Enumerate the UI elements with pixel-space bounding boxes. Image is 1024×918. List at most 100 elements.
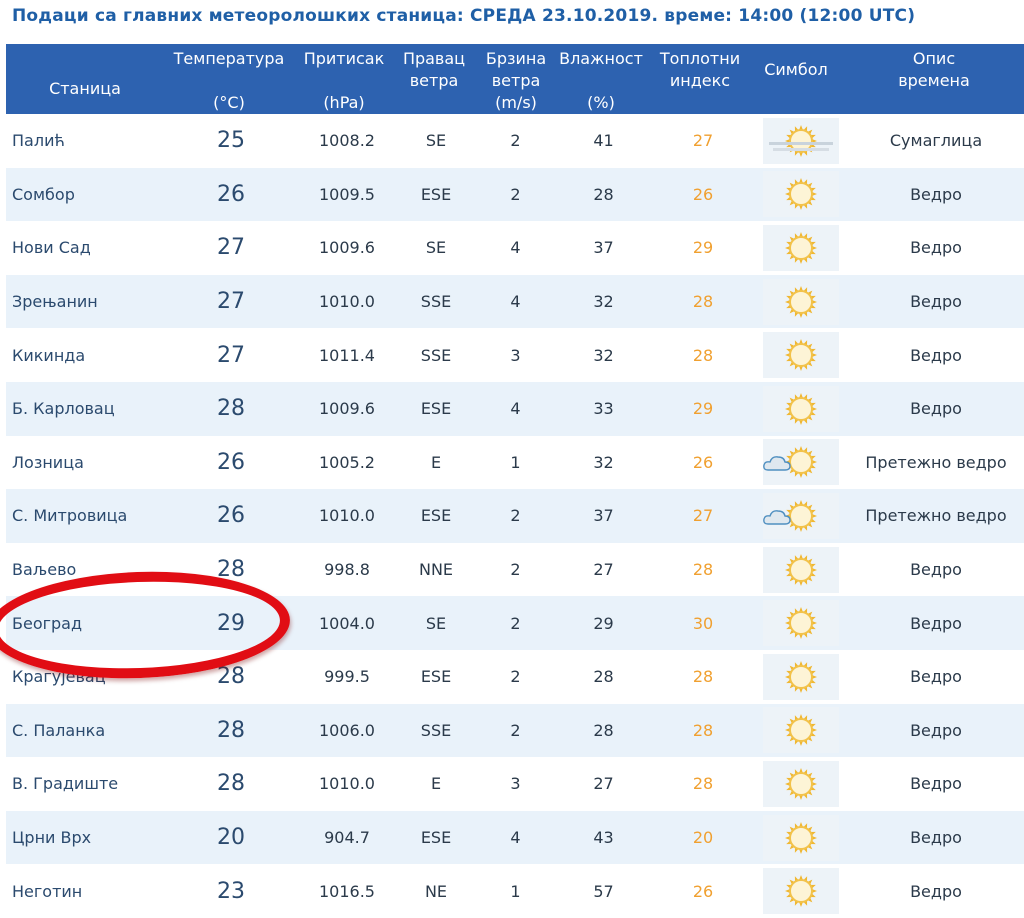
humidity-cell: 28 — [593, 667, 614, 687]
wind-direction-cell: E — [430, 452, 442, 472]
wind-direction-cell: NNE — [418, 560, 454, 580]
symbol-cell — [754, 596, 848, 650]
description-cell: Сумаглица — [889, 131, 983, 151]
sun-icon — [763, 868, 839, 915]
header-pressure: Притисак — [303, 49, 385, 68]
table-row: Неготин 23 1016.5 NE 1 57 26 Ведро — [6, 864, 1024, 918]
wind-speed-cell: 1 — [510, 452, 521, 472]
pressure-cell: 904.7 — [298, 810, 396, 865]
table-row: Нови Сад 27 1009.6 SE 4 37 29 Ведро — [6, 221, 1024, 275]
wind-direction-cell: SSE — [420, 345, 452, 365]
humidity-cell: 57 — [593, 881, 614, 901]
sun-icon — [763, 332, 839, 379]
pressure-cell: 998.8 — [324, 560, 370, 580]
wind-direction-cell: SE — [396, 596, 476, 650]
description-cell: Претежно ведро — [848, 489, 1024, 543]
wind-speed-cell: 2 — [476, 167, 555, 222]
sun-icon — [763, 278, 839, 325]
symbol-cell — [754, 221, 848, 275]
station-cell: Кикинда — [12, 345, 86, 365]
station-cell: Б. Карловац — [6, 381, 164, 436]
humidity-cell: 27 — [593, 560, 614, 580]
wind-speed-cell: 2 — [476, 596, 555, 650]
pressure-cell: 1010.0 — [298, 489, 396, 543]
wind-speed-cell: 4 — [476, 810, 555, 865]
haze-sun-icon — [763, 117, 839, 164]
header-description-2: времена — [898, 71, 970, 90]
header-station: Станица — [49, 79, 121, 98]
header-wind-speed-unit: (m/s) — [495, 93, 537, 112]
wind-speed-cell: 2 — [510, 131, 521, 151]
header-symbol: Симбол — [764, 60, 828, 79]
header-wind-direction: Правац — [402, 49, 466, 68]
weather-table: Палић 25 1008.2 SE 2 41 27 Сумаглица Сомбор 26 100… — [6, 114, 1024, 918]
symbol-cell — [754, 274, 848, 329]
description-cell: Ведро — [848, 381, 1024, 436]
description-cell: Претежно ведро — [865, 452, 1007, 472]
station-cell: Зрењанин — [6, 274, 164, 329]
pressure-cell: 1004.0 — [298, 596, 396, 650]
wind-speed-cell: 3 — [510, 774, 521, 794]
symbol-cell — [754, 436, 848, 490]
description-cell: Ведро — [848, 167, 1024, 222]
wind-direction-cell: ESE — [396, 167, 476, 222]
heat-index-cell: 26 — [692, 452, 714, 472]
description-cell: Ведро — [910, 345, 962, 365]
symbol-cell — [754, 810, 848, 865]
humidity-cell: 33 — [555, 381, 652, 436]
humidity-cell: 37 — [593, 238, 614, 258]
wind-direction-cell: SSE — [396, 703, 476, 758]
table-row: В. Градиште 28 1010.0 E 3 27 28 Ведро — [6, 757, 1024, 811]
sun-icon — [763, 814, 839, 861]
station-cell: Палић — [12, 131, 65, 151]
wind-direction-cell: NE — [424, 881, 448, 901]
temperature-cell: 27 — [217, 342, 245, 368]
sun-icon — [763, 653, 839, 700]
table-row: Црни Врх 20 904.7 ESE 4 43 20 Ведро — [6, 810, 1024, 865]
heat-index-cell: 27 — [652, 489, 754, 543]
symbol-cell — [754, 381, 848, 436]
humidity-cell: 41 — [593, 131, 614, 151]
description-cell: Ведро — [910, 560, 962, 580]
symbol-cell — [754, 543, 848, 597]
sun-icon — [763, 171, 839, 218]
table-row: Лозница 26 1005.2 E 1 32 26 Претежно ведро — [6, 436, 1024, 490]
description-cell: Ведро — [848, 703, 1024, 758]
header-pressure-unit: (hPa) — [323, 93, 365, 112]
description-cell: Ведро — [910, 774, 962, 794]
table-row: Палић 25 1008.2 SE 2 41 27 Сумаглица — [6, 114, 1024, 168]
wind-speed-cell: 4 — [476, 381, 555, 436]
temperature-cell: 26 — [217, 449, 245, 475]
temperature-cell: 23 — [217, 878, 245, 904]
symbol-cell — [754, 167, 848, 222]
pressure-cell: 1010.0 — [319, 774, 375, 794]
humidity-cell: 27 — [593, 774, 614, 794]
heat-index-cell: 20 — [652, 810, 754, 865]
temperature-cell: 26 — [164, 167, 298, 222]
description-cell: Ведро — [910, 667, 962, 687]
sun-icon — [763, 224, 839, 271]
sun-icon — [763, 600, 839, 647]
heat-index-cell: 27 — [692, 131, 714, 151]
heat-index-cell: 28 — [692, 774, 714, 794]
wind-speed-cell: 1 — [510, 881, 521, 901]
wind-speed-cell: 3 — [510, 345, 521, 365]
wind-direction-cell: SE — [425, 238, 447, 258]
humidity-cell: 32 — [593, 345, 614, 365]
heat-index-cell: 29 — [652, 381, 754, 436]
wind-speed-cell: 4 — [476, 274, 555, 329]
header-wind-speed-2: ветра — [491, 71, 541, 90]
symbol-cell — [754, 489, 848, 543]
wind-direction-cell: ESE — [396, 381, 476, 436]
header-temperature: Температура — [173, 49, 285, 68]
humidity-cell: 37 — [555, 489, 652, 543]
wind-direction-cell: E — [430, 774, 442, 794]
wind-speed-cell: 2 — [510, 560, 521, 580]
table-row: С. Митровица 26 1010.0 ESE 2 37 27 Претежно вед… — [6, 489, 1024, 543]
heat-index-cell: 30 — [652, 596, 754, 650]
pressure-cell: 1006.0 — [298, 703, 396, 758]
wind-speed-cell: 2 — [476, 489, 555, 543]
symbol-cell — [754, 650, 848, 704]
temperature-cell: 27 — [164, 274, 298, 329]
sun-icon — [763, 760, 839, 807]
